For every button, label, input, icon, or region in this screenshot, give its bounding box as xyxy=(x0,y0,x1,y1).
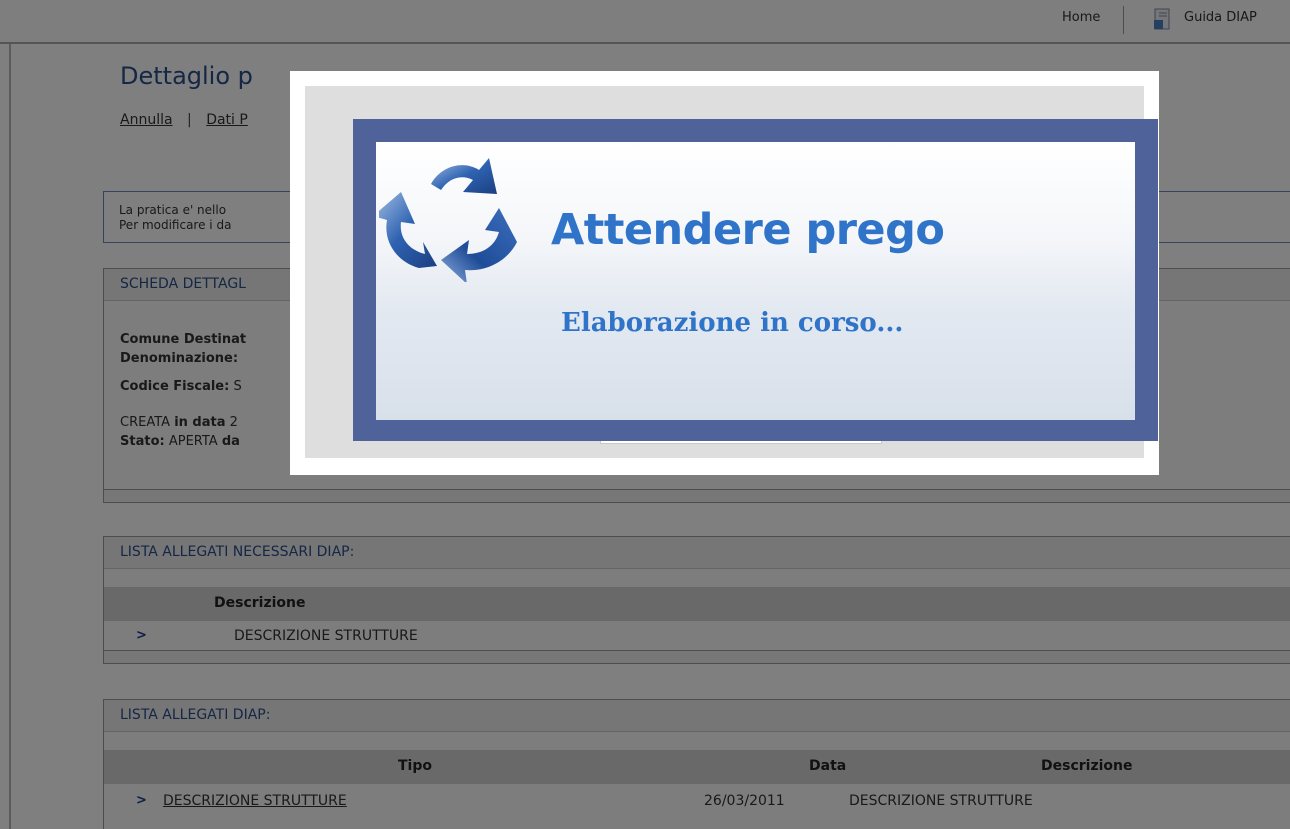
modal-inner: Attendere prego Elaborazione in corso... xyxy=(305,86,1158,458)
loading-modal: Attendere prego Elaborazione in corso... xyxy=(290,71,1159,475)
recycle-icon xyxy=(379,158,517,282)
modal-panel: Attendere prego Elaborazione in corso... xyxy=(376,142,1135,420)
modal-title: Attendere prego xyxy=(551,205,945,255)
modal-frame: Attendere prego Elaborazione in corso... xyxy=(353,119,1158,441)
modal-subtitle: Elaborazione in corso... xyxy=(561,308,904,338)
